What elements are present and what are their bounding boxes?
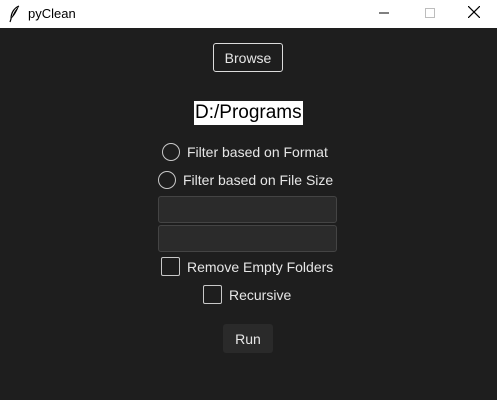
selected-path-label: D:/Programs xyxy=(194,101,303,125)
recursive-label: Recursive xyxy=(229,286,292,303)
checkbox-icon[interactable] xyxy=(203,285,222,304)
remove-empty-folders-checkbox[interactable]: Remove Empty Folders xyxy=(161,257,333,276)
minimize-icon xyxy=(379,5,389,23)
close-button[interactable] xyxy=(451,0,497,28)
filter-size-radio[interactable]: Filter based on File Size xyxy=(158,171,333,189)
radio-circle-icon[interactable] xyxy=(158,171,176,189)
title-bar[interactable]: pyClean xyxy=(0,0,497,28)
checkbox-icon[interactable] xyxy=(161,257,180,276)
run-button[interactable]: Run xyxy=(223,324,273,353)
filter-format-label: Filter based on Format xyxy=(187,144,328,160)
filter-entry-2[interactable] xyxy=(158,225,337,252)
radio-circle-icon[interactable] xyxy=(162,143,180,161)
filter-entry-1[interactable] xyxy=(158,196,337,223)
filter-format-radio[interactable]: Filter based on Format xyxy=(162,143,328,161)
window-title: pyClean xyxy=(28,6,76,21)
browse-button[interactable]: Browse xyxy=(213,43,283,72)
maximize-button[interactable] xyxy=(407,0,453,28)
maximize-icon xyxy=(425,5,435,23)
close-icon xyxy=(467,5,481,23)
main-panel: Browse D:/Programs Filter based on Forma… xyxy=(0,28,497,400)
filter-size-label: Filter based on File Size xyxy=(183,172,334,188)
feather-icon xyxy=(8,5,22,23)
minimize-button[interactable] xyxy=(361,0,407,28)
remove-empty-folders-label: Remove Empty Folders xyxy=(187,258,334,275)
recursive-checkbox[interactable]: Recursive xyxy=(203,285,291,304)
